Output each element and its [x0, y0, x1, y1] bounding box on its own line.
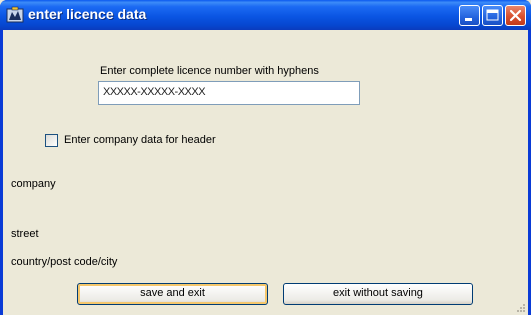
company-data-checkbox-label[interactable]: Enter company data for header [64, 134, 216, 146]
licence-label: Enter complete licence number with hyphe… [100, 65, 319, 77]
street-label: street [11, 228, 39, 240]
resize-grip-icon[interactable] [516, 303, 526, 313]
minimize-button[interactable] [459, 5, 480, 26]
company-label: company [11, 178, 56, 190]
close-button[interactable] [505, 5, 526, 26]
licence-number-input[interactable]: XXXXX-XXXXX-XXXX [98, 81, 360, 105]
title-bar[interactable]: enter licence data [0, 0, 531, 30]
dialog-body: Enter complete licence number with hyphe… [3, 30, 528, 315]
maximize-icon [486, 9, 499, 21]
app-icon [6, 6, 24, 23]
minimize-icon [465, 18, 472, 21]
country-postcode-city-label: country/post code/city [11, 256, 118, 268]
maximize-button[interactable] [482, 5, 503, 26]
exit-without-saving-button[interactable]: exit without saving [283, 283, 473, 305]
company-data-checkbox[interactable] [45, 134, 58, 147]
window-title: enter licence data [28, 6, 147, 22]
licence-window: enter licence data Enter complete licenc… [0, 0, 531, 315]
close-icon [509, 9, 522, 22]
save-and-exit-button[interactable]: save and exit [77, 283, 268, 305]
